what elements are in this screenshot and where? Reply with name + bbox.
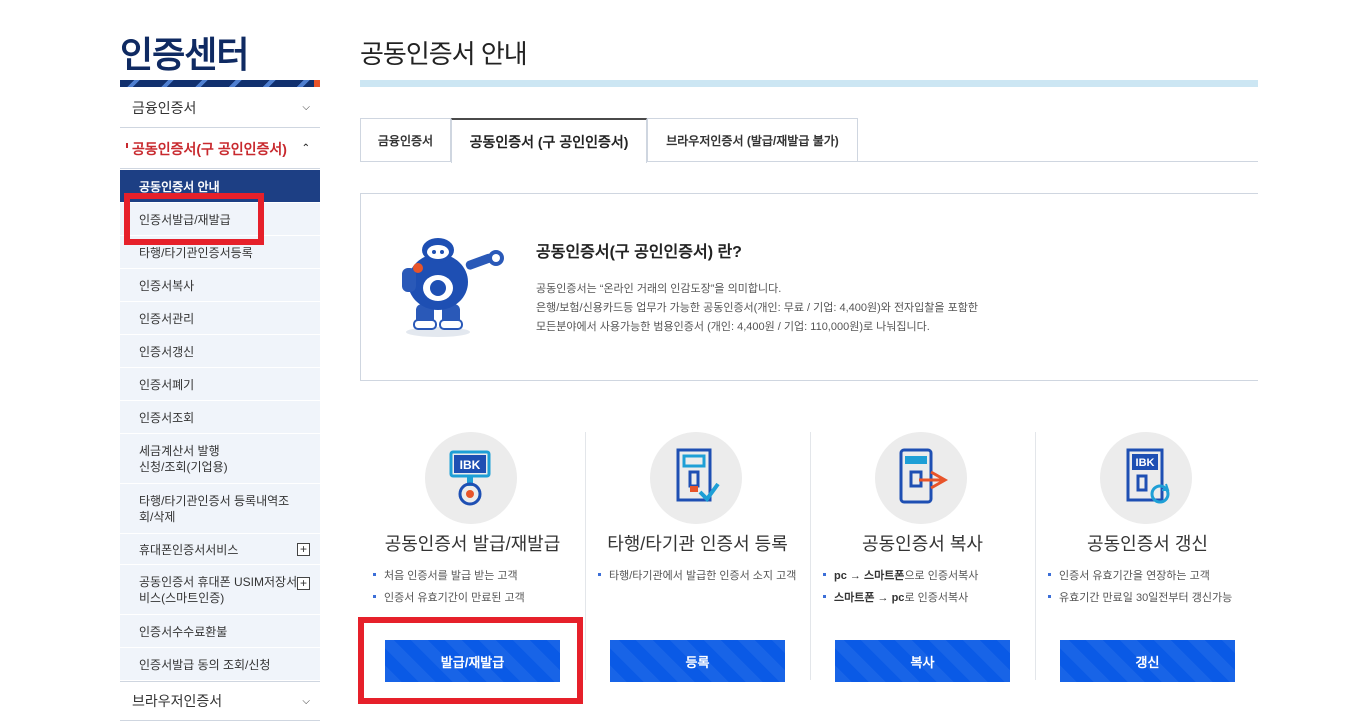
- sidebar-title: 인증센터: [120, 34, 249, 75]
- card-register: 타행/타기관 인증서 등록 타행/타기관에서 발급한 인증서 소지 고객 등록: [585, 432, 810, 682]
- tab-bar: 금융인증서 공동인증서 (구 공인인증서) 브라우저인증서 (발급/재발급 불가…: [360, 118, 1258, 163]
- copy-button[interactable]: 복사: [835, 640, 1010, 682]
- sidebar-item-label: 인증서조회: [139, 410, 195, 425]
- sidebar-item-label: 공동인증서 휴대폰 USIM저장서 비스(스마트인증): [139, 574, 298, 605]
- copy-certificate-icon: [875, 432, 967, 524]
- ibk-logo-text: IBK: [460, 458, 481, 472]
- sidebar-item-usim-service[interactable]: 공동인증서 휴대폰 USIM저장서 비스(스마트인증) +: [120, 565, 320, 615]
- sidebar-item-label: 공동인증서 안내: [139, 179, 220, 194]
- register-button[interactable]: 등록: [610, 640, 785, 682]
- title-divider: [360, 80, 1258, 87]
- bullet-emphasis: pc → 스마트폰: [834, 570, 905, 582]
- register-certificate-icon: [650, 432, 742, 524]
- plus-icon[interactable]: +: [297, 542, 310, 556]
- ibk-certificate-icon: IBK: [425, 432, 517, 524]
- sidebar-item-mobile-service[interactable]: 휴대폰인증서서비스 +: [120, 534, 320, 565]
- card-bullets: 타행/타기관에서 발급한 인증서 소지 고객: [597, 568, 799, 590]
- sidebar-menu-label: 공동인증서(구 공인인증서): [126, 140, 287, 157]
- sidebar-menu-label: 금융인증서: [132, 99, 197, 116]
- sidebar-item-fee-refund[interactable]: 인증서수수료환불: [120, 615, 320, 648]
- sidebar-item-label: 휴대폰인증서서비스: [139, 542, 239, 557]
- card-title: 공동인증서 갱신: [1087, 534, 1208, 554]
- sidebar-menu-label: 브라우저인증서: [132, 693, 223, 709]
- sidebar-menu-browser-certificate[interactable]: 브라우저인증서 ⌵: [120, 681, 320, 721]
- sidebar-item-renew[interactable]: 인증서갱신: [120, 335, 320, 368]
- card-bullets: 처음 인증서를 발급 받는 고객 인증서 유효기간이 만료된 고객: [372, 568, 574, 612]
- sidebar-item-copy[interactable]: 인증서복사: [120, 269, 320, 302]
- sidebar-item-label: 인증서폐기: [139, 377, 195, 392]
- sidebar-item-label: 인증서복사: [139, 278, 195, 293]
- sidebar-item-label: 인증서갱신: [139, 344, 195, 359]
- sidebar-item-label: 타행/타기관인증서 등록내역조 회/삭제: [139, 493, 290, 524]
- highlight-box-issue-button: [358, 617, 583, 704]
- tab-browser-certificate[interactable]: 브라우저인증서 (발급/재발급 불가): [647, 118, 858, 162]
- sidebar-item-other-bank-history[interactable]: 타행/타기관인증서 등록내역조 회/삭제: [120, 484, 320, 534]
- bullet-item: 유효기간 만료일 30일전부터 갱신가능: [1047, 590, 1249, 606]
- page-title: 공동인증서 안내: [360, 39, 528, 69]
- bullet-emphasis: 스마트폰 → pc: [834, 592, 905, 604]
- card-renew: IBK 공동인증서 갱신 인증서 유효기간을 연장하는 고객 유효기간 만료일 …: [1035, 432, 1260, 682]
- chevron-down-icon: ⌵: [302, 102, 310, 113]
- mascot-illustration: [402, 238, 504, 337]
- sidebar-item-label: 인증서수수료환불: [139, 624, 228, 639]
- plus-icon[interactable]: +: [297, 577, 310, 590]
- sidebar-item-tax-invoice[interactable]: 세금계산서 발행 신청/조회(기업용): [120, 434, 320, 484]
- sidebar-item-label: 세금계산서 발행 신청/조회(기업용): [139, 443, 228, 474]
- bullet-text: 으로 인증서복사: [904, 570, 979, 582]
- card-title: 공동인증서 복사: [862, 534, 983, 554]
- tab-label: 금융인증서: [377, 133, 434, 148]
- bullet-item: 처음 인증서를 발급 받는 고객: [372, 568, 574, 584]
- bullet-item: 스마트폰 → pc로 인증서복사: [822, 590, 1024, 606]
- tab-label: 공동인증서 (구 공인인증서): [469, 133, 629, 150]
- sidebar-item-label: 인증서관리: [139, 311, 195, 326]
- sidebar-item-label: 타행/타기관인증서등록: [139, 245, 253, 260]
- bullet-item: pc → 스마트폰으로 인증서복사: [822, 568, 1024, 584]
- card-bullets: 인증서 유효기간을 연장하는 고객 유효기간 만료일 30일전부터 갱신가능: [1047, 568, 1249, 612]
- info-text-line: 모든분야에서 사용가능한 범용인증서 (개인: 4,400원 / 기업: 110…: [536, 321, 930, 333]
- info-heading: 공동인증서(구 공인인증서) 란?: [536, 244, 742, 261]
- tab-label: 브라우저인증서 (발급/재발급 불가): [666, 133, 839, 148]
- renew-button[interactable]: 갱신: [1060, 640, 1235, 682]
- info-text-line: 공동인증서는 “온라인 거래의 인감도장”을 의미합니다.: [536, 283, 782, 295]
- sidebar-title-stripe: [120, 80, 320, 87]
- tab-joint-certificate[interactable]: 공동인증서 (구 공인인증서): [451, 118, 647, 163]
- chevron-down-icon: ⌵: [302, 695, 310, 707]
- card-bullets: pc → 스마트폰으로 인증서복사 스마트폰 → pc로 인증서복사: [822, 568, 1024, 612]
- chevron-up-icon: ⌃: [301, 143, 310, 154]
- sidebar-item-manage[interactable]: 인증서관리: [120, 302, 320, 335]
- renew-certificate-icon: IBK: [1100, 432, 1192, 524]
- info-text-line: 은행/보험/신용카드등 업무가 가능한 공동인증서(개인: 무료 / 기업: 4…: [536, 302, 978, 314]
- sidebar-menu-financial-certificate[interactable]: 금융인증서 ⌵: [120, 88, 320, 128]
- bullet-text: 로 인증서복사: [904, 592, 969, 604]
- bullet-item: 인증서 유효기간을 연장하는 고객: [1047, 568, 1249, 584]
- sidebar-item-revoke[interactable]: 인증서폐기: [120, 368, 320, 401]
- sidebar-item-label: 인증서발급 동의 조회/신청: [139, 657, 271, 672]
- card-copy: 공동인증서 복사 pc → 스마트폰으로 인증서복사 스마트폰 → pc로 인증…: [810, 432, 1035, 682]
- card-title: 타행/타기관 인증서 등록: [607, 534, 788, 554]
- ibk-logo-text: IBK: [1136, 457, 1155, 469]
- sidebar-item-inquiry[interactable]: 인증서조회: [120, 401, 320, 434]
- sidebar-menu-joint-certificate[interactable]: 공동인증서(구 공인인증서) ⌃: [120, 129, 320, 169]
- highlight-box-sidebar-issue: [124, 193, 264, 245]
- sidebar-item-consent[interactable]: 인증서발급 동의 조회/신청: [120, 648, 320, 681]
- sidebar-submenu: 공동인증서 안내 인증서발급/재발급 타행/타기관인증서등록 인증서복사 인증서…: [120, 170, 320, 681]
- card-title: 공동인증서 발급/재발급: [384, 534, 561, 554]
- tab-financial-certificate[interactable]: 금융인증서: [360, 118, 451, 162]
- bullet-item: 인증서 유효기간이 만료된 고객: [372, 590, 574, 606]
- bullet-item: 타행/타기관에서 발급한 인증서 소지 고객: [597, 568, 799, 584]
